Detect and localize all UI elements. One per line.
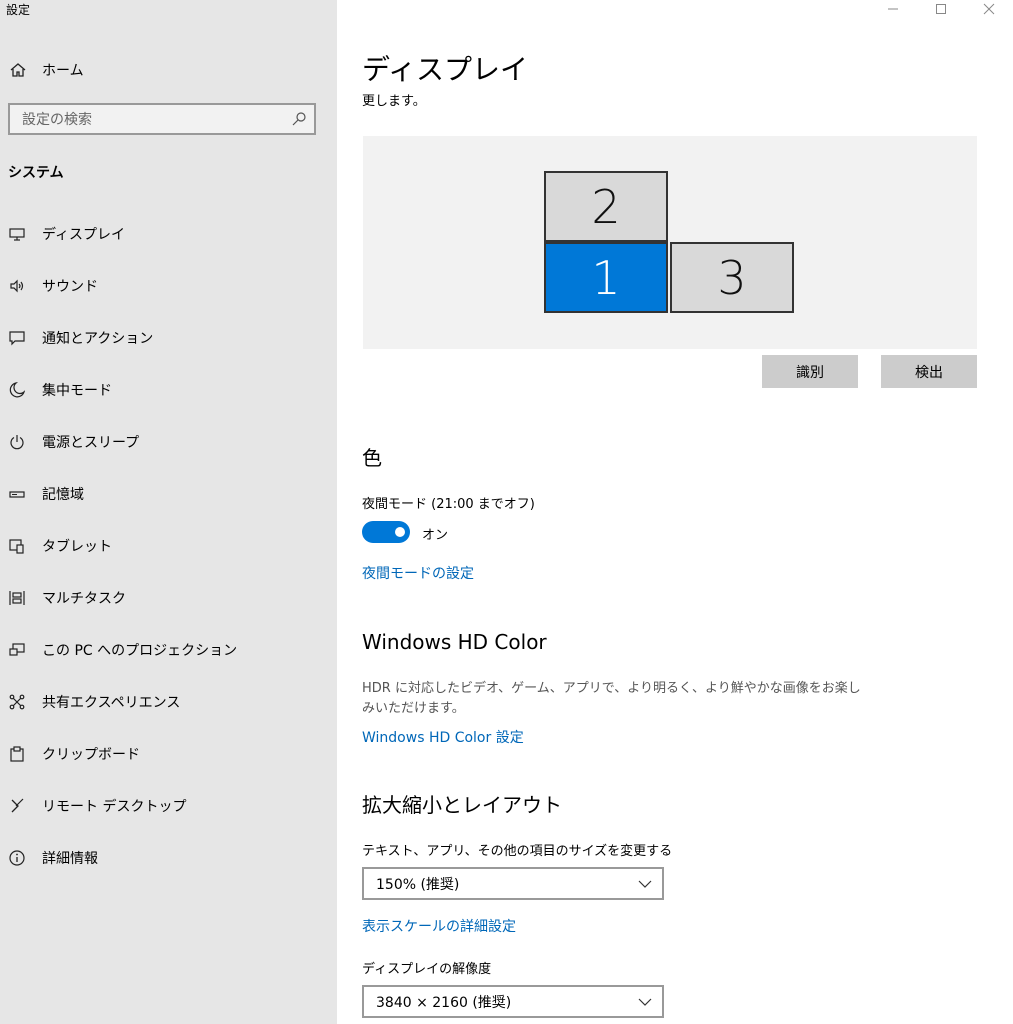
sidebar-item-label: 電源とスリープ	[42, 435, 140, 451]
sidebar-item-label: 詳細情報	[42, 851, 98, 867]
home-label: ホーム	[42, 63, 84, 79]
hdr-heading: Windows HD Color	[362, 630, 547, 654]
sidebar-item-multitasking[interactable]: マルチタスク	[0, 572, 337, 624]
resolution-dropdown[interactable]: 3840 × 2160 (推奨)	[362, 985, 664, 1018]
sidebar-item-power-sleep[interactable]: 電源とスリープ	[0, 416, 337, 468]
sidebar-item-remote-desktop[interactable]: リモート デスクトップ	[0, 780, 337, 832]
night-mode-toggle-state: オン	[422, 528, 449, 543]
clipboard-icon	[8, 745, 26, 763]
sidebar-item-label: リモート デスクトップ	[42, 799, 187, 815]
close-button[interactable]	[965, 0, 1013, 18]
home-icon	[8, 60, 28, 80]
monitor-number: 3	[717, 250, 747, 305]
toggle-knob	[395, 527, 405, 537]
minimize-button[interactable]	[869, 0, 917, 18]
sidebar-item-notifications[interactable]: 通知とアクション	[0, 312, 337, 364]
projection-icon	[8, 641, 26, 659]
page-title: ディスプレイ	[362, 53, 529, 86]
sidebar-item-tablet[interactable]: タブレット	[0, 520, 337, 572]
minimize-icon	[888, 8, 898, 10]
sidebar-item-label: タブレット	[42, 539, 112, 555]
sidebar-item-about[interactable]: 詳細情報	[0, 832, 337, 884]
speaker-icon	[8, 277, 26, 295]
monitor-number: 2	[591, 179, 621, 234]
sidebar-item-label: 記憶域	[42, 487, 84, 503]
page-subtitle: 更します。	[362, 94, 426, 109]
monitor-number: 1	[591, 250, 621, 305]
tablet-icon	[8, 537, 26, 555]
sidebar-item-label: 集中モード	[42, 383, 112, 399]
scale-dropdown[interactable]: 150% (推奨)	[362, 867, 664, 900]
window-controls	[869, 0, 1013, 18]
sidebar-item-label: マルチタスク	[42, 591, 126, 607]
sidebar-item-label: ディスプレイ	[42, 227, 126, 243]
chevron-down-icon	[638, 880, 652, 888]
monitor-1[interactable]: 1	[544, 242, 668, 313]
monitor-icon	[8, 225, 26, 243]
night-mode-label: 夜間モード (21:00 までオフ)	[362, 497, 535, 512]
night-mode-toggle[interactable]	[362, 521, 410, 543]
color-heading: 色	[362, 446, 382, 470]
multitask-icon	[8, 589, 26, 607]
power-icon	[8, 433, 26, 451]
moon-icon	[8, 381, 26, 399]
info-icon	[8, 849, 26, 867]
sidebar-item-sound[interactable]: サウンド	[0, 260, 337, 312]
identify-button[interactable]: 識別	[762, 355, 858, 388]
sidebar-item-label: 通知とアクション	[42, 331, 154, 347]
sidebar-item-label: この PC へのプロジェクション	[42, 643, 238, 659]
scale-layout-heading: 拡大縮小とレイアウト	[362, 793, 562, 817]
settings-search-box[interactable]: 設定の検索	[8, 103, 316, 135]
notification-icon	[8, 329, 26, 347]
maximize-icon	[936, 4, 946, 14]
sidebar-item-label: 共有エクスペリエンス	[42, 695, 181, 711]
detect-button[interactable]: 検出	[881, 355, 977, 388]
chevron-down-icon	[638, 998, 652, 1006]
search-icon[interactable]	[284, 111, 314, 127]
resolution-label: ディスプレイの解像度	[362, 962, 492, 977]
app-title: 設定	[6, 3, 31, 17]
section-label-system: システム	[8, 165, 64, 181]
sidebar-item-focus-assist[interactable]: 集中モード	[0, 364, 337, 416]
sidebar-item-shared-experiences[interactable]: 共有エクスペリエンス	[0, 676, 337, 728]
sidebar-item-label: クリップボード	[42, 747, 140, 763]
hdr-settings-link[interactable]: Windows HD Color 設定	[362, 727, 524, 747]
home-nav-item[interactable]: ホーム	[8, 58, 84, 82]
hdr-description: HDR に対応したビデオ、ゲーム、アプリで、より明るく、より鮮やかな画像をお楽し…	[362, 681, 861, 716]
remote-icon	[8, 797, 26, 815]
monitor-3[interactable]: 3	[670, 242, 794, 313]
resolution-dropdown-value: 3840 × 2160 (推奨)	[376, 994, 512, 1011]
scale-dropdown-value: 150% (推奨)	[376, 876, 460, 893]
advanced-scaling-link[interactable]: 表示スケールの詳細設定	[362, 916, 516, 936]
sidebar-item-display[interactable]: ディスプレイ	[0, 208, 337, 260]
sidebar-item-projecting[interactable]: この PC へのプロジェクション	[0, 624, 337, 676]
search-input[interactable]: 設定の検索	[10, 109, 284, 129]
night-mode-settings-link[interactable]: 夜間モードの設定	[362, 563, 474, 583]
text-size-label: テキスト、アプリ、その他の項目のサイズを変更する	[362, 844, 673, 859]
share-icon	[8, 693, 26, 711]
sidebar-nav: ディスプレイ サウンド 通知とアクション 集中モード 電源とスリープ 記憶域 タ…	[0, 208, 337, 884]
display-arrangement-area: 2 1 3	[363, 136, 977, 349]
sidebar: 設定 ホーム 設定の検索 システム ディスプレイ サウンド 通知とアクション 集…	[0, 0, 337, 1024]
sidebar-item-label: サウンド	[42, 279, 98, 295]
maximize-button[interactable]	[917, 0, 965, 18]
monitor-2[interactable]: 2	[544, 171, 668, 242]
storage-icon	[8, 485, 26, 503]
sidebar-item-storage[interactable]: 記憶域	[0, 468, 337, 520]
close-icon	[983, 3, 995, 15]
sidebar-item-clipboard[interactable]: クリップボード	[0, 728, 337, 780]
